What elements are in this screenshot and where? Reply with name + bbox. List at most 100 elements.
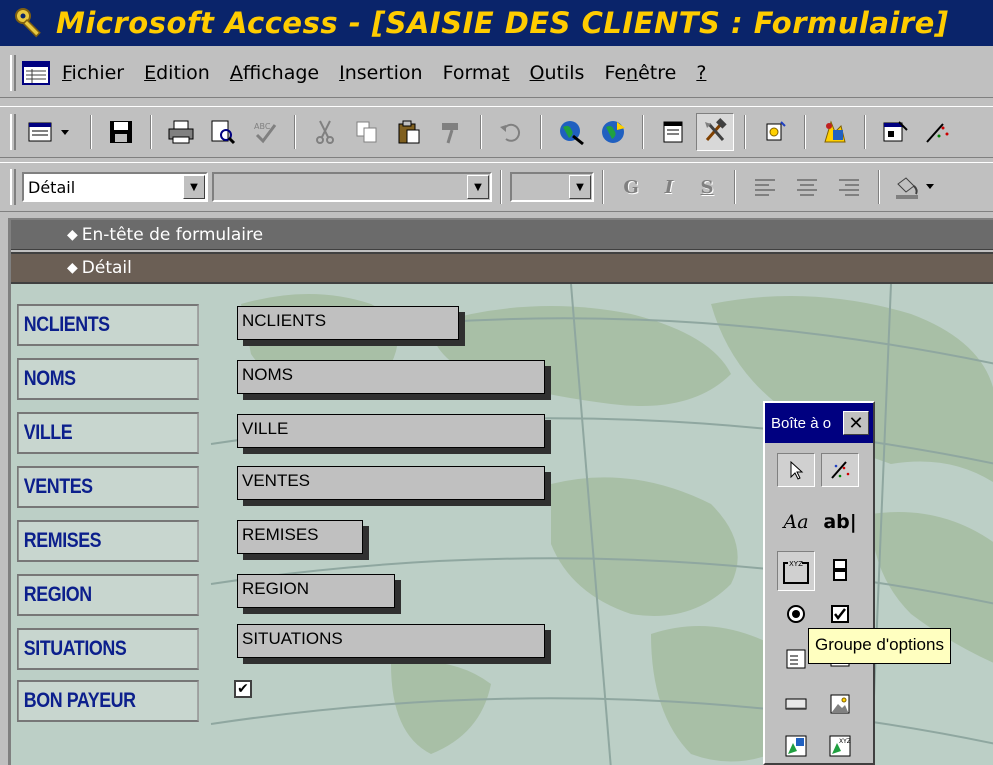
print-preview-icon[interactable]: [204, 113, 242, 151]
toolbar-separator: [90, 115, 92, 149]
textbox-tool-icon[interactable]: ab|: [821, 505, 859, 539]
menu-fenetre[interactable]: Fenêtre: [604, 62, 676, 84]
detail-section-bar[interactable]: ◆ Détail: [11, 252, 993, 282]
chevron-down-icon[interactable]: ▼: [183, 175, 205, 199]
textbox-tool-text: ab|: [823, 511, 857, 533]
save-icon[interactable]: [102, 113, 140, 151]
svg-text:XYZ: XYZ: [789, 560, 803, 568]
bold-button[interactable]: G: [616, 172, 646, 202]
section-marker-icon: ◆: [67, 260, 78, 276]
checkbox-tool-icon[interactable]: [821, 597, 859, 631]
fill-color-icon[interactable]: [890, 168, 940, 206]
menu-outils[interactable]: Outils: [530, 62, 585, 84]
copy-icon[interactable]: [348, 113, 386, 151]
chevron-down-icon[interactable]: ▼: [467, 175, 489, 199]
image-tool-icon[interactable]: [821, 687, 859, 721]
form-header-label: En-tête de formulaire: [81, 224, 264, 245]
field-list-icon[interactable]: [654, 113, 692, 151]
underline-button[interactable]: S: [692, 172, 722, 202]
field-nclients[interactable]: NCLIENTS: [237, 306, 459, 340]
menu-fichier[interactable]: Fichier: [62, 62, 124, 84]
toolbox-palette: Boîte à o ✕ Aa ab| XYZ XYZ: [763, 401, 875, 765]
field-region[interactable]: REGION: [237, 574, 395, 608]
toolbox-toggle-icon[interactable]: [696, 113, 734, 151]
svg-text:XYZ: XYZ: [839, 738, 851, 745]
menu-affichage[interactable]: Affichage: [230, 62, 319, 84]
label-region[interactable]: REGION: [17, 574, 199, 616]
checkbox-bon-payeur[interactable]: ✔: [234, 680, 252, 698]
label-bon-payeur[interactable]: BON PAYEUR: [17, 680, 199, 722]
align-right-icon[interactable]: [830, 168, 868, 206]
option-group-icon[interactable]: XYZ: [777, 551, 815, 591]
field-remises[interactable]: REMISES: [237, 520, 363, 554]
label-remises[interactable]: REMISES: [17, 520, 199, 562]
form-design-toolbar: ABC: [0, 106, 993, 158]
toolbar-grip[interactable]: [10, 114, 16, 150]
font-size-selector[interactable]: ▼: [510, 172, 594, 202]
object-selector-value: Détail: [28, 177, 76, 197]
menu-bar: Fichier Edition Affichage Insertion Form…: [0, 48, 993, 98]
toggle-button-icon[interactable]: [821, 553, 859, 587]
toolbar-separator: [150, 115, 152, 149]
menu-insertion[interactable]: Insertion: [339, 62, 422, 84]
bound-object-frame-icon[interactable]: XYZ: [821, 729, 859, 763]
control-wizards-icon[interactable]: [821, 453, 859, 487]
toolbar-separator: [878, 170, 880, 204]
detail-section-label: Détail: [81, 258, 132, 278]
access-window: Microsoft Access - [SAISIE DES CLIENTS :…: [0, 0, 993, 765]
option-button-icon[interactable]: [777, 597, 815, 631]
field-situations[interactable]: SITUATIONS: [237, 624, 545, 658]
align-center-icon[interactable]: [788, 168, 826, 206]
toolbar-separator: [864, 115, 866, 149]
form-document-icon[interactable]: [22, 60, 50, 85]
build-icon[interactable]: [918, 113, 956, 151]
label-nclients[interactable]: NCLIENTS: [17, 304, 199, 346]
svg-text:ABC: ABC: [254, 122, 271, 131]
spelling-icon[interactable]: ABC: [246, 113, 284, 151]
close-icon[interactable]: ✕: [843, 411, 869, 435]
format-painter-icon[interactable]: [432, 113, 470, 151]
autoformat-icon[interactable]: [756, 113, 794, 151]
unbound-object-frame-icon[interactable]: [777, 729, 815, 763]
access-key-icon: [10, 3, 50, 43]
label-situations[interactable]: SITUATIONS: [17, 628, 199, 670]
label-ville[interactable]: VILLE: [17, 412, 199, 454]
code-builder-icon[interactable]: [816, 113, 854, 151]
section-marker-icon: ◆: [67, 226, 78, 243]
object-selector[interactable]: Détail ▼: [22, 172, 208, 202]
field-noms[interactable]: NOMS: [237, 360, 545, 394]
toolbar-grip[interactable]: [10, 169, 16, 205]
insert-hyperlink-icon[interactable]: [552, 113, 590, 151]
undo-icon[interactable]: [492, 113, 530, 151]
toolbar-separator: [804, 115, 806, 149]
label-tool-text: Aa: [783, 511, 809, 533]
menu-edition[interactable]: Edition: [144, 62, 210, 84]
paste-icon[interactable]: [390, 113, 428, 151]
label-tool-icon[interactable]: Aa: [777, 505, 815, 539]
label-noms[interactable]: NOMS: [17, 358, 199, 400]
title-bar: Microsoft Access - [SAISIE DES CLIENTS :…: [0, 0, 993, 46]
form-header-section-bar[interactable]: ◆ En-tête de formulaire: [11, 220, 993, 250]
italic-button[interactable]: I: [654, 172, 684, 202]
select-objects-icon[interactable]: [777, 453, 815, 487]
chevron-down-icon[interactable]: ▼: [569, 175, 591, 199]
align-left-icon[interactable]: [746, 168, 784, 206]
print-icon[interactable]: [162, 113, 200, 151]
menu-format[interactable]: Format: [443, 62, 510, 84]
toolbar-separator: [734, 170, 736, 204]
menu-help[interactable]: ?: [696, 62, 706, 84]
label-ventes[interactable]: VENTES: [17, 466, 199, 508]
menubar-grip[interactable]: [10, 54, 16, 91]
field-ville[interactable]: VILLE: [237, 414, 545, 448]
properties-icon[interactable]: [876, 113, 914, 151]
field-ventes[interactable]: VENTES: [237, 466, 545, 500]
toolbar-separator: [294, 115, 296, 149]
toolbar-separator: [642, 115, 644, 149]
toolbar-separator: [744, 115, 746, 149]
window-title: Microsoft Access - [SAISIE DES CLIENTS :…: [56, 6, 949, 40]
font-selector[interactable]: ▼: [212, 172, 492, 202]
web-toolbar-icon[interactable]: [594, 113, 632, 151]
view-toggle-button[interactable]: [24, 113, 80, 151]
cut-icon[interactable]: [306, 113, 344, 151]
command-button-icon[interactable]: [777, 687, 815, 721]
